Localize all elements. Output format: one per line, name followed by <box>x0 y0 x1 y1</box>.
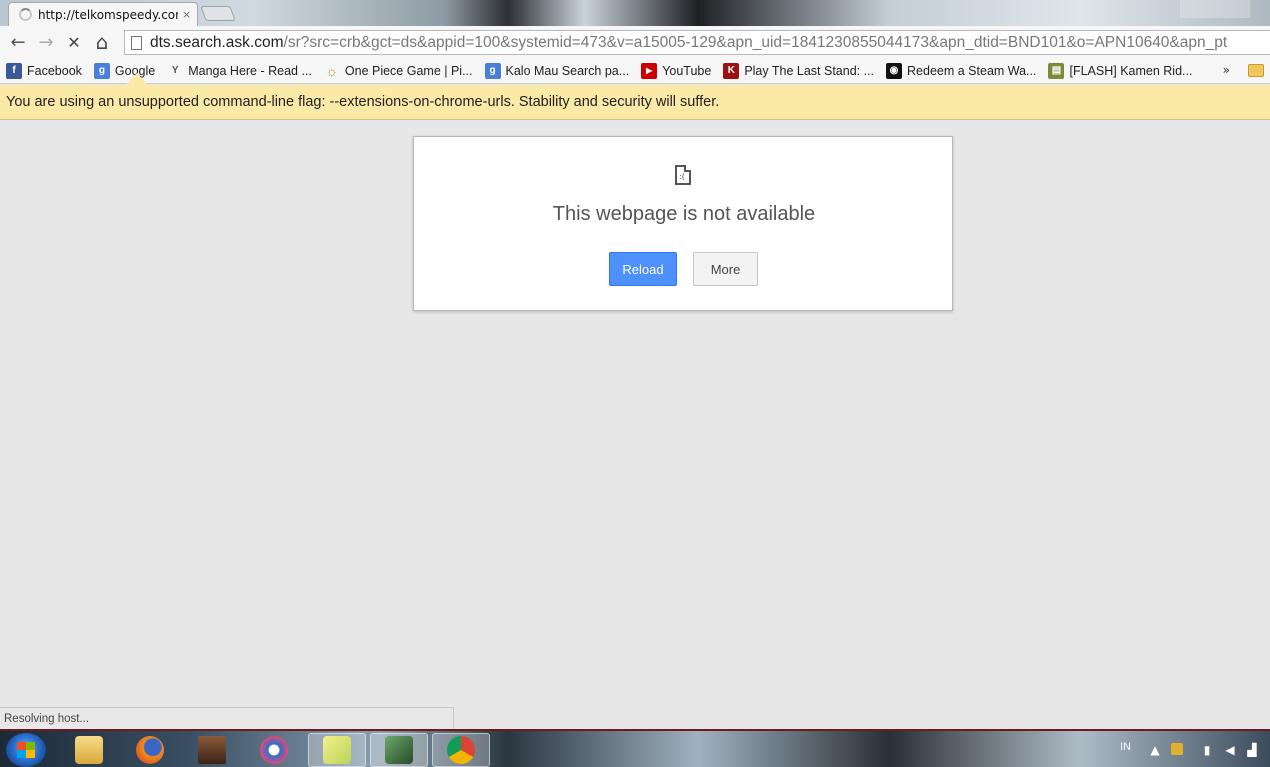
more-button[interactable]: More <box>693 252 758 286</box>
google-icon: g <box>93 62 110 79</box>
windows-logo-icon <box>17 742 35 758</box>
infobar-arrow <box>126 73 148 85</box>
steam-icon: ◉ <box>886 62 903 79</box>
game-icon <box>198 736 226 764</box>
back-button[interactable]: ← <box>4 28 32 56</box>
taskbar-browser[interactable] <box>245 733 303 767</box>
page-icon <box>131 35 142 50</box>
mangahere-icon: Y <box>171 65 179 76</box>
bookmark-kamen-rider[interactable]: ▤ [FLASH] Kamen Rid... <box>1048 62 1193 79</box>
browser-icon <box>260 736 288 764</box>
home-button[interactable]: ⌂ <box>88 28 116 56</box>
taskbar-tool[interactable] <box>370 733 428 767</box>
bookmark-manga-here[interactable]: Y Manga Here - Read ... <box>167 63 312 79</box>
taskbar-firefox[interactable] <box>121 733 179 767</box>
error-title: This webpage is not available <box>552 203 816 225</box>
chrome-icon <box>447 736 475 764</box>
error-box: :( This webpage is not available Reload … <box>413 136 953 311</box>
volume-icon[interactable]: ◀ <box>1223 743 1237 757</box>
onepiece-icon: ☼ <box>325 62 339 79</box>
taskbar-explorer[interactable] <box>60 733 118 767</box>
bookmark-label: YouTube <box>662 63 712 78</box>
youtube-icon: ▶ <box>641 62 658 79</box>
language-indicator[interactable]: IN <box>1120 741 1131 753</box>
taskbar-game[interactable] <box>183 733 241 767</box>
bookmark-kalo-mau[interactable]: g Kalo Mau Search pa... <box>484 62 630 79</box>
kongregate-icon: K <box>723 62 740 79</box>
bookmark-facebook[interactable]: f Facebook <box>6 62 82 79</box>
tab-close-icon[interactable]: × <box>182 8 191 21</box>
window-controls[interactable] <box>1180 0 1250 18</box>
start-button[interactable] <box>6 733 46 767</box>
address-url: dts.search.ask.com/sr?src=crb&gct=ds&app… <box>150 34 1227 52</box>
address-bar[interactable]: dts.search.ask.com/sr?src=crb&gct=ds&app… <box>124 30 1270 55</box>
sad-page-icon: :( <box>675 165 691 185</box>
other-bookmarks-folder-icon[interactable] <box>1248 64 1264 77</box>
forward-arrow-icon: → <box>38 31 54 53</box>
bookmarks-overflow-button[interactable]: » <box>1223 63 1230 77</box>
url-host: dts.search.ask.com <box>150 33 284 51</box>
tab-title: http://telkomspeedy.com <box>38 7 178 22</box>
home-icon: ⌂ <box>95 30 109 54</box>
bookmark-last-stand[interactable]: K Play The Last Stand: ... <box>723 62 875 79</box>
bookmark-label: Manga Here - Read ... <box>188 63 312 78</box>
facebook-icon: f <box>6 62 22 79</box>
flash-game-icon: ▤ <box>1048 62 1065 79</box>
infobar-message: You are using an unsupported command-lin… <box>6 94 720 110</box>
window-titlebar: http://telkomspeedy.com × <box>0 0 1270 26</box>
browser-tab[interactable]: http://telkomspeedy.com × <box>8 2 198 26</box>
status-text: Resolving host... <box>4 712 90 725</box>
status-bubble: Resolving host... <box>0 707 454 729</box>
bookmark-youtube[interactable]: ▶ YouTube <box>641 62 712 79</box>
stop-icon: ✕ <box>67 32 81 52</box>
url-path: /sr?src=crb&gct=ds&appid=100&systemid=47… <box>283 33 1228 51</box>
page-content: :( This webpage is not available Reload … <box>0 121 1270 730</box>
bookmark-label: [FLASH] Kamen Rid... <box>1069 63 1193 78</box>
back-arrow-icon: ← <box>10 31 26 53</box>
bookmark-label: Kalo Mau Search pa... <box>505 63 630 78</box>
reload-button[interactable]: Reload <box>609 252 677 286</box>
bookmark-label: Redeem a Steam Wa... <box>907 63 1037 78</box>
show-hidden-icons-icon[interactable]: ▲ <box>1148 743 1162 757</box>
forward-button[interactable]: → <box>32 28 60 56</box>
taskbar-notes[interactable] <box>308 733 366 767</box>
tool-icon <box>385 736 413 764</box>
warning-infobar: You are using an unsupported command-lin… <box>0 85 1270 120</box>
network-icon[interactable]: ▟ <box>1245 743 1259 757</box>
bookmark-steam[interactable]: ◉ Redeem a Steam Wa... <box>886 62 1037 79</box>
bookmark-one-piece[interactable]: ☼ One Piece Game | Pi... <box>324 62 473 79</box>
bookmark-label: One Piece Game | Pi... <box>344 63 473 78</box>
new-tab-button[interactable] <box>200 6 236 21</box>
taskbar-chrome[interactable] <box>432 733 490 767</box>
browser-toolbar: ← → ✕ ⌂ dts.search.ask.com/sr?src=crb&gc… <box>0 26 1270 58</box>
bookmark-label: Facebook <box>27 63 82 78</box>
power-icon[interactable]: ▮ <box>1200 743 1214 757</box>
sticky-notes-icon <box>323 736 351 764</box>
windows-taskbar: IN ▲ ▮ ◀ ▟ <box>0 729 1270 767</box>
loading-spinner-icon <box>19 8 32 21</box>
tray-app-icon[interactable] <box>1171 743 1183 755</box>
bookmark-label: Play The Last Stand: ... <box>744 63 875 78</box>
firefox-icon <box>136 736 164 764</box>
google-icon: g <box>484 62 501 79</box>
stop-button[interactable]: ✕ <box>60 28 88 56</box>
bookmarks-bar: f Facebook g Google Y Manga Here - Read ...… <box>0 58 1270 84</box>
folder-icon <box>75 736 103 764</box>
